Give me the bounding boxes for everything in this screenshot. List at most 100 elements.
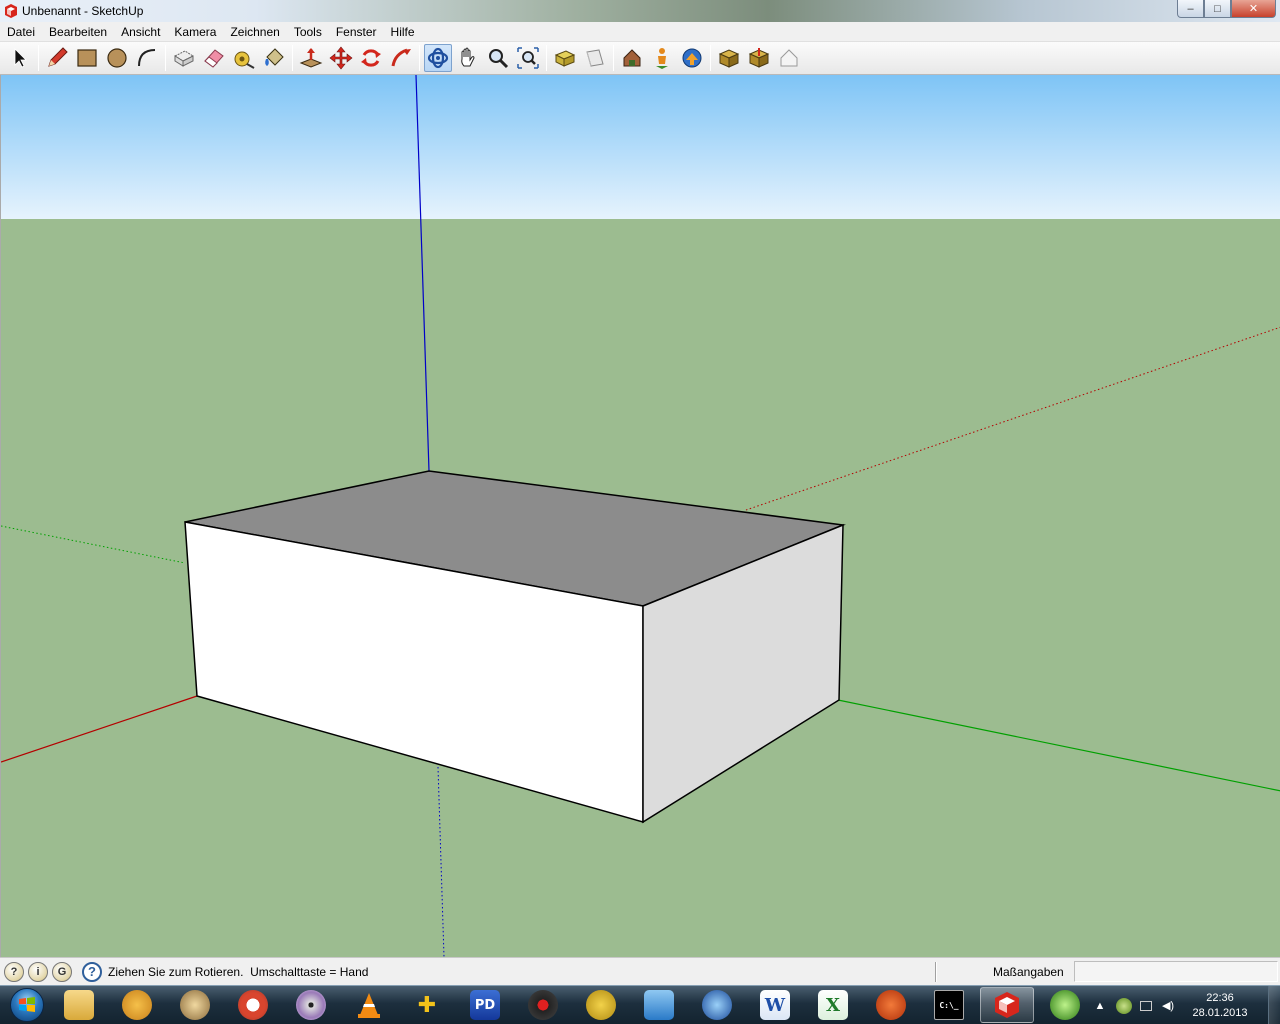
taskbar-explorer[interactable] [52, 987, 106, 1023]
menu-fenster[interactable]: Fenster [329, 22, 384, 42]
orbit-tool-button[interactable] [424, 44, 452, 72]
get-models-tool-button[interactable] [618, 44, 646, 72]
previous-view-tool-button[interactable] [551, 44, 579, 72]
geo-location-icon[interactable]: ? [4, 961, 24, 982]
sketchup-icon [992, 990, 1022, 1020]
get-photo-texture-tool-button[interactable] [715, 44, 743, 72]
push-pull-tool-button[interactable] [297, 44, 325, 72]
menu-kamera[interactable]: Kamera [167, 22, 223, 42]
menu-zeichnen[interactable]: Zeichnen [223, 22, 286, 42]
window-title: Unbenannt - SketchUp [22, 4, 144, 18]
close-button[interactable]: ✕ [1231, 0, 1276, 18]
arc-tool-button[interactable] [133, 44, 161, 72]
push-pull-icon [299, 48, 323, 68]
taskbar-cmd[interactable]: C:\_ [922, 987, 976, 1023]
rotate-icon [361, 49, 381, 67]
vlc-cone-icon [354, 990, 384, 1020]
sketchup-app-icon [4, 4, 18, 18]
drawing-viewport[interactable] [0, 75, 1280, 957]
menu-bearbeiten[interactable]: Bearbeiten [42, 22, 114, 42]
maximize-button[interactable]: □ [1204, 0, 1231, 18]
make-component-tool-button[interactable] [170, 44, 198, 72]
circle-tool-button[interactable] [103, 44, 131, 72]
tray-expand-icon[interactable]: ▲ [1092, 998, 1108, 1014]
menu-tools[interactable]: Tools [287, 22, 329, 42]
menu-ansicht[interactable]: Ansicht [114, 22, 167, 42]
start-button[interactable] [4, 986, 50, 1024]
taskbar-media[interactable] [516, 987, 570, 1023]
add-location-tool-button[interactable] [745, 44, 773, 72]
taskbar-chrome[interactable] [226, 987, 280, 1023]
menu-hilfe[interactable]: Hilfe [384, 22, 422, 42]
windows-logo-icon [10, 988, 44, 1022]
measurements-input[interactable] [1074, 961, 1278, 982]
taskbar-xbmc[interactable] [1038, 987, 1092, 1023]
show-desktop-button[interactable] [1268, 986, 1280, 1024]
menu-datei[interactable]: Datei [0, 22, 42, 42]
taskbar-pd[interactable]: PD [458, 987, 512, 1023]
rectangle-tool-button[interactable] [73, 44, 101, 72]
next-view-tool-button[interactable] [581, 44, 609, 72]
share-globe-icon [682, 48, 702, 68]
gamepad-icon: ✚ [417, 992, 437, 1018]
move-tool-button[interactable] [327, 44, 355, 72]
menu-bar: Datei Bearbeiten Ansicht Kamera Zeichnen… [0, 22, 1280, 42]
rotate-tool-button[interactable] [357, 44, 385, 72]
tray-app-icon[interactable] [1116, 997, 1132, 1014]
media-record-icon [528, 990, 558, 1020]
taskbar-excel[interactable]: X [806, 987, 860, 1023]
zoom-extents-tool-button[interactable] [514, 44, 542, 72]
taskbar-firefox[interactable] [864, 987, 918, 1023]
arc-icon [138, 49, 156, 67]
measurements-label: Maßangaben [993, 965, 1064, 979]
chrome-icon [238, 990, 268, 1020]
taskbar-browser[interactable] [690, 987, 744, 1023]
taskbar-thunderbird[interactable] [110, 987, 164, 1023]
clipgrab-icon [586, 990, 616, 1020]
user-account-icon[interactable]: G [52, 961, 72, 982]
toolbar-separator [38, 45, 39, 71]
follow-me-tool-button[interactable] [387, 44, 415, 72]
help-icon[interactable]: ? [82, 961, 102, 982]
paint-bucket-tool-button[interactable] [260, 44, 288, 72]
taskbar-sketchup[interactable] [980, 987, 1034, 1023]
arrow-cursor-icon [14, 48, 27, 68]
toggle-terrain-tool-button[interactable] [775, 44, 803, 72]
clock-time: 22:36 [1206, 991, 1234, 1004]
thunderbird-icon [122, 990, 152, 1020]
select-tool-button[interactable] [6, 44, 34, 72]
volume-icon[interactable]: ◀) [1160, 998, 1176, 1014]
taskbar-vlc[interactable] [342, 987, 396, 1023]
eraser-icon [204, 49, 224, 68]
xbmc-icon [1050, 990, 1080, 1020]
zoom-tool-button[interactable] [484, 44, 512, 72]
line-tool-button[interactable] [43, 44, 71, 72]
taskbar-gimp[interactable] [168, 987, 222, 1023]
place-model-tool-button[interactable] [648, 44, 676, 72]
taskbar-dvd-player[interactable] [284, 987, 338, 1023]
eraser-tool-button[interactable] [200, 44, 228, 72]
warehouse-icon [623, 49, 641, 67]
pan-tool-button[interactable] [454, 44, 482, 72]
toolbar-separator [292, 45, 293, 71]
network-icon[interactable] [1140, 1000, 1152, 1011]
taskbar-dropbox[interactable] [632, 987, 686, 1023]
toolbar-separator [710, 45, 711, 71]
hand-icon [461, 47, 475, 67]
move-arrows-icon [329, 46, 353, 70]
sky [1, 75, 1280, 219]
taskbar-playstation[interactable]: ✚ [400, 987, 454, 1023]
fox-icon [876, 990, 906, 1020]
taskbar-clipgrab[interactable] [574, 987, 628, 1023]
share-model-tool-button[interactable] [678, 44, 706, 72]
clock[interactable]: 22:36 28.01.2013 [1186, 991, 1254, 1021]
tape-measure-tool-button[interactable] [230, 44, 258, 72]
credits-icon[interactable]: i [28, 961, 48, 982]
status-divider [935, 962, 937, 982]
minimize-button[interactable]: – [1177, 0, 1204, 18]
command-prompt-icon: C:\_ [934, 990, 964, 1020]
scene-canvas[interactable] [1, 75, 1280, 957]
toolbar-separator [546, 45, 547, 71]
taskbar-word[interactable]: W [748, 987, 802, 1023]
paint-bucket-icon [265, 48, 284, 66]
